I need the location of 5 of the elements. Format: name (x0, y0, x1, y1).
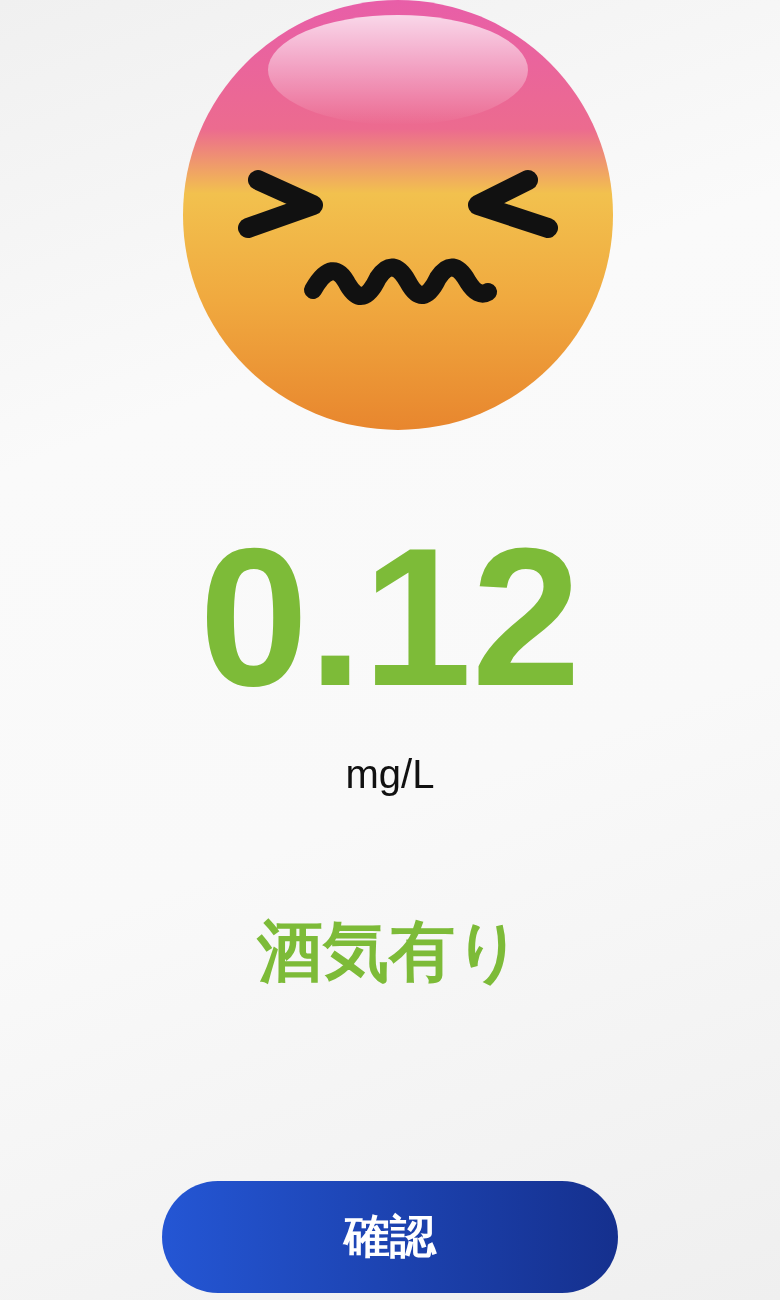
reading-value: 0.12 (199, 520, 581, 716)
reading-unit: mg/L (345, 754, 435, 794)
confirm-button[interactable]: 確認 (162, 1180, 618, 1293)
emoji-face-icon (183, 0, 613, 430)
status-text: 酒気有り (257, 916, 523, 989)
